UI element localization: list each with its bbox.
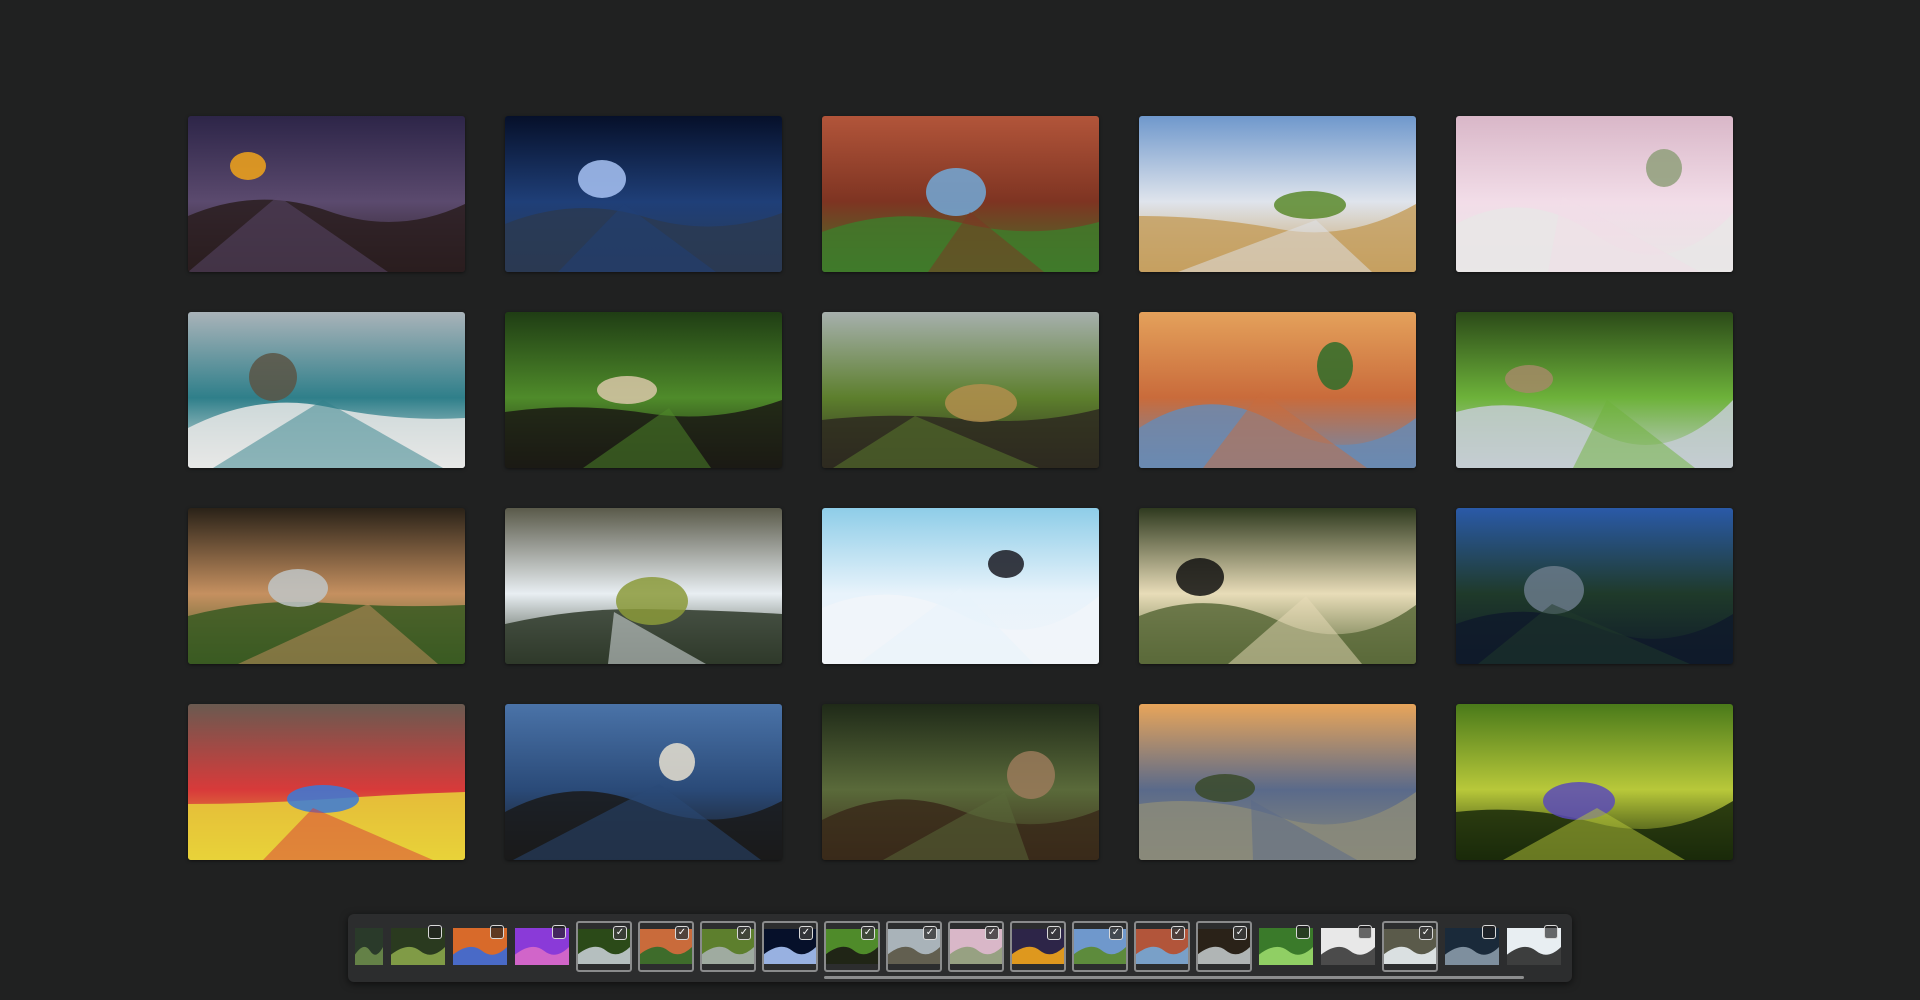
photo-image — [1456, 312, 1733, 468]
photo-image — [505, 312, 782, 468]
filmstrip-thumbnail[interactable]: ✓ — [824, 921, 880, 972]
filmstrip-thumbnail[interactable]: ✓ — [948, 921, 1004, 972]
photo-image — [1139, 116, 1416, 272]
thumbnail-image — [355, 928, 383, 965]
filmstrip-thumbnail[interactable] — [1320, 921, 1376, 972]
photo-image — [188, 116, 465, 272]
filmstrip-thumbnail[interactable]: ✓ — [700, 921, 756, 972]
filmstrip-thumbnail[interactable] — [354, 921, 384, 972]
filmstrip-thumbnail[interactable]: ✓ — [762, 921, 818, 972]
photo-tile[interactable] — [1139, 508, 1416, 664]
filmstrip-thumbnail[interactable]: ✓ — [576, 921, 632, 972]
photo-tile[interactable] — [822, 704, 1099, 860]
checkbox-icon[interactable] — [1296, 925, 1310, 939]
photo-image — [1456, 116, 1733, 272]
checked-checkbox-icon[interactable]: ✓ — [737, 926, 751, 940]
photo-tile[interactable] — [505, 508, 782, 664]
photo-tile[interactable] — [188, 704, 465, 860]
filmstrip-thumbnail[interactable] — [514, 921, 570, 972]
filmstrip-thumbnail[interactable]: ✓ — [1072, 921, 1128, 972]
photo-image — [822, 704, 1099, 860]
photo-gallery-app: ✓ ✓ ✓ ✓ ✓ ✓ ✓ ✓ ✓ ✓ ✓ ✓ — [0, 0, 1920, 1000]
photo-image — [188, 508, 465, 664]
checkbox-icon[interactable] — [428, 925, 442, 939]
checkbox-icon[interactable] — [490, 925, 504, 939]
image-grid — [188, 116, 1733, 860]
filmstrip-thumbnail[interactable]: ✓ — [638, 921, 694, 972]
checkbox-icon[interactable] — [1358, 925, 1372, 939]
photo-image — [822, 116, 1099, 272]
filmstrip-thumbnail[interactable] — [1444, 921, 1500, 972]
photo-tile[interactable] — [505, 312, 782, 468]
checkbox-icon[interactable] — [1544, 925, 1558, 939]
photo-image — [1456, 508, 1733, 664]
filmstrip-scrollbar[interactable] — [824, 976, 1524, 979]
checked-checkbox-icon[interactable]: ✓ — [613, 926, 627, 940]
photo-tile[interactable] — [1456, 116, 1733, 272]
filmstrip-thumbnail[interactable]: ✓ — [1134, 921, 1190, 972]
photo-tile[interactable] — [1456, 508, 1733, 664]
photo-tile[interactable] — [1456, 704, 1733, 860]
filmstrip-thumbnail[interactable] — [1506, 921, 1562, 972]
checked-checkbox-icon[interactable]: ✓ — [861, 926, 875, 940]
filmstrip-track: ✓ ✓ ✓ ✓ ✓ ✓ ✓ ✓ ✓ ✓ ✓ ✓ — [354, 921, 1562, 972]
photo-tile[interactable] — [188, 116, 465, 272]
checked-checkbox-icon[interactable]: ✓ — [1419, 926, 1433, 940]
photo-tile[interactable] — [822, 116, 1099, 272]
checkbox-icon[interactable] — [1482, 925, 1496, 939]
photo-image — [1139, 704, 1416, 860]
photo-tile[interactable] — [505, 116, 782, 272]
photo-image — [822, 312, 1099, 468]
photo-image — [822, 508, 1099, 664]
photo-image — [505, 508, 782, 664]
photo-image — [1139, 312, 1416, 468]
checked-checkbox-icon[interactable]: ✓ — [675, 926, 689, 940]
photo-image — [505, 116, 782, 272]
photo-image — [1139, 508, 1416, 664]
photo-tile[interactable] — [1139, 116, 1416, 272]
photo-tile[interactable] — [1139, 704, 1416, 860]
filmstrip-thumbnail[interactable] — [1258, 921, 1314, 972]
filmstrip-thumbnail[interactable] — [452, 921, 508, 972]
checked-checkbox-icon[interactable]: ✓ — [799, 926, 813, 940]
checked-checkbox-icon[interactable]: ✓ — [1047, 926, 1061, 940]
photo-tile[interactable] — [188, 508, 465, 664]
filmstrip-thumbnail[interactable]: ✓ — [1196, 921, 1252, 972]
filmstrip-thumbnail[interactable]: ✓ — [886, 921, 942, 972]
photo-tile[interactable] — [1456, 312, 1733, 468]
checked-checkbox-icon[interactable]: ✓ — [923, 926, 937, 940]
filmstrip: ✓ ✓ ✓ ✓ ✓ ✓ ✓ ✓ ✓ ✓ ✓ ✓ — [348, 914, 1572, 982]
photo-image — [188, 312, 465, 468]
photo-image — [505, 704, 782, 860]
checked-checkbox-icon[interactable]: ✓ — [1171, 926, 1185, 940]
photo-tile[interactable] — [822, 508, 1099, 664]
checked-checkbox-icon[interactable]: ✓ — [1233, 926, 1247, 940]
photo-image — [188, 704, 465, 860]
photo-tile[interactable] — [822, 312, 1099, 468]
checked-checkbox-icon[interactable]: ✓ — [1109, 926, 1123, 940]
checkbox-icon[interactable] — [552, 925, 566, 939]
filmstrip-thumbnail[interactable]: ✓ — [1010, 921, 1066, 972]
photo-image — [1456, 704, 1733, 860]
filmstrip-thumbnail[interactable] — [390, 921, 446, 972]
photo-tile[interactable] — [505, 704, 782, 860]
photo-tile[interactable] — [1139, 312, 1416, 468]
photo-tile[interactable] — [188, 312, 465, 468]
checked-checkbox-icon[interactable]: ✓ — [985, 926, 999, 940]
filmstrip-thumbnail[interactable]: ✓ — [1382, 921, 1438, 972]
